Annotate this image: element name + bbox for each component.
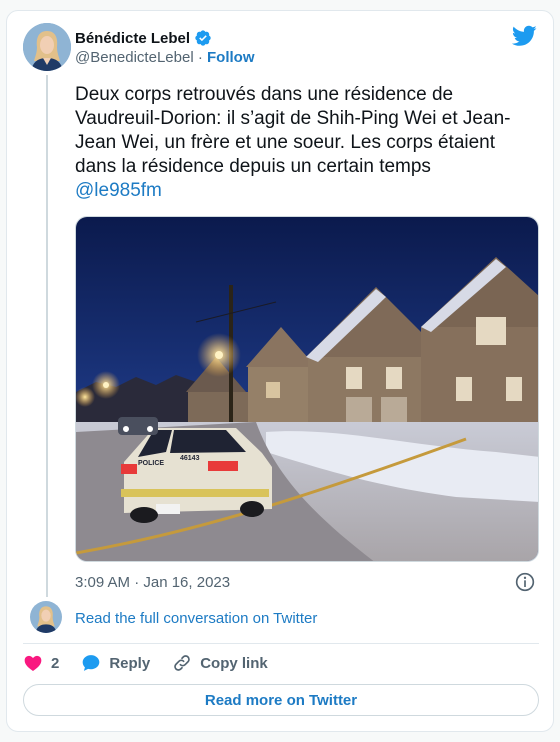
- divider: [23, 643, 539, 644]
- author-handle[interactable]: @BenedicteLebel: [75, 49, 194, 66]
- photo-night-houses-police-car: POLICE 46143: [76, 217, 538, 561]
- police-car-number: 46143: [180, 455, 200, 462]
- heart-icon: [24, 655, 42, 671]
- thread-line: [46, 75, 48, 597]
- link-icon: [174, 655, 190, 671]
- author-name[interactable]: Bénédicte Lebel: [75, 30, 190, 47]
- tweet-body: Deux corps retrouvés dans une résidence …: [75, 84, 511, 177]
- reply-button[interactable]: Reply: [81, 653, 150, 673]
- author-avatar[interactable]: [23, 23, 71, 71]
- copy-link-label: Copy link: [200, 654, 268, 672]
- reply-bubble-icon: [83, 655, 100, 671]
- tweet-photo[interactable]: POLICE 46143: [75, 216, 539, 562]
- tweet-actions: 2 Reply Copy link: [23, 653, 290, 673]
- follow-button[interactable]: Follow: [207, 49, 255, 66]
- police-car-label: POLICE: [138, 460, 164, 467]
- reply-label: Reply: [109, 654, 151, 672]
- handle-separator: ·: [197, 49, 207, 66]
- read-more-button[interactable]: Read more on Twitter: [23, 684, 539, 716]
- tweet-timestamp[interactable]: 3:09 AM · Jan 16, 2023: [75, 574, 230, 591]
- avatar-image: [23, 23, 71, 71]
- mention-link[interactable]: @le985fm: [75, 180, 162, 201]
- like-button[interactable]: 2: [23, 653, 59, 673]
- verified-badge-icon: [195, 30, 211, 46]
- tweet-card: Bénédicte Lebel @BenedicteLebel · Follow…: [6, 10, 554, 732]
- avatar-image-small: [30, 601, 62, 633]
- read-conversation-link[interactable]: Read the full conversation on Twitter: [75, 610, 317, 627]
- twitter-bird-icon[interactable]: [512, 25, 537, 47]
- info-icon[interactable]: [515, 572, 535, 592]
- like-count: 2: [51, 654, 60, 672]
- author-handle-row: @BenedicteLebel · Follow: [75, 49, 255, 66]
- author-name-row[interactable]: Bénédicte Lebel: [75, 29, 212, 47]
- copy-link-button[interactable]: Copy link: [172, 653, 268, 673]
- tweet-text: Deux corps retrouvés dans une résidence …: [75, 83, 541, 203]
- conversation-avatar[interactable]: [30, 601, 62, 633]
